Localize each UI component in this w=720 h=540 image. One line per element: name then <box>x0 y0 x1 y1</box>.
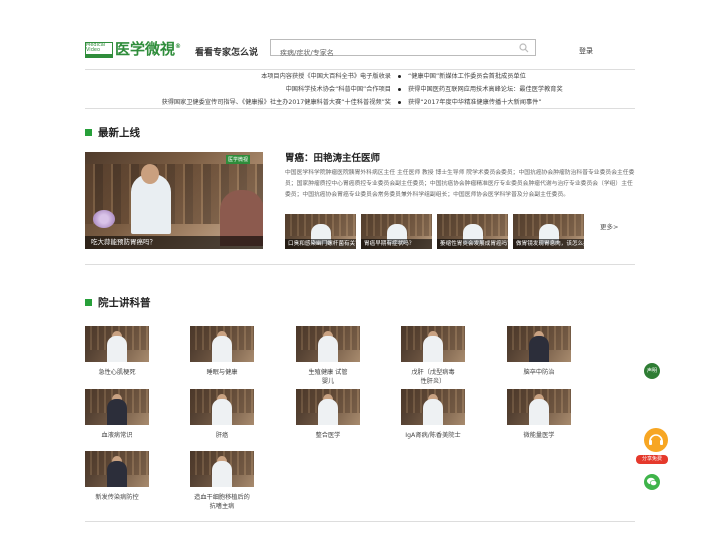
registered-mark: ® <box>175 43 182 50</box>
statement-float-button[interactable]: 声明 <box>644 363 660 379</box>
video-title: 微能量医学 <box>523 432 555 439</box>
thumbnail-caption: 胃癌早期有症状吗？ <box>361 239 432 249</box>
headset-icon <box>649 434 663 445</box>
academician-video[interactable]: 造血干细胞移植后的抗嗜主病 <box>190 451 254 511</box>
search-box <box>270 39 536 61</box>
video-title: IgA肾病/陈香美院士 <box>405 432 461 439</box>
section-marker-icon <box>85 299 92 306</box>
wechat-float-button[interactable] <box>644 474 660 490</box>
login-link[interactable]: 登录 <box>579 46 593 56</box>
section-divider <box>85 521 635 522</box>
flower-decoration <box>93 210 115 228</box>
notice-right: “健康中国”新媒体工作委员会首批成员单位 <box>408 73 526 80</box>
academician-video[interactable]: 血液病常识 <box>85 389 149 440</box>
bullet-icon <box>398 101 401 104</box>
section-divider <box>85 264 635 265</box>
site-header: Medical Video 医学微視® 看看专家怎么说 登录 <box>0 0 720 68</box>
academician-video[interactable]: 脑卒中防治 <box>507 326 571 377</box>
bullet-icon <box>398 75 401 78</box>
video-title: 肝癌 <box>215 432 229 439</box>
logo-mark: Medical Video <box>85 42 113 58</box>
academician-video[interactable]: 整合医学 <box>296 389 360 440</box>
wechat-icon <box>647 477 658 486</box>
academician-video[interactable]: 生殖健康 试管婴儿 <box>296 326 360 386</box>
site-slogan: 看看专家怎么说 <box>195 48 259 58</box>
notice-row: 中国科学技术协会“科普中国”合作项目 获得中国医药互联网应用技术高峰论坛：最佳医… <box>85 83 635 96</box>
thumbnail-caption: 萎缩性胃炎会发展成胃癌吗？ <box>437 239 508 249</box>
video-title: 新发传染病防控 <box>95 494 139 501</box>
notice-left: 获得国家卫健委宣传司指导、《健康报》社主办2017健康科普大赛“十佳科普视频”奖 <box>161 99 391 106</box>
section-marker-icon <box>85 129 92 136</box>
doctor-name[interactable]: 胃癌：田艳涛主任医师 <box>285 150 380 164</box>
video-thumbnail[interactable]: 做胃镜发现胃息肉，该怎么办？ <box>513 214 584 249</box>
more-link[interactable]: 更多> <box>600 221 618 231</box>
academician-video[interactable]: 睡眠与健康 <box>190 326 254 377</box>
featured-video[interactable]: 医学微视 吃大蒜能预防胃癌吗？ <box>85 152 263 249</box>
notice-row: 获得国家卫健委宣传司指导、《健康报》社主办2017健康科普大赛“十佳科普视频”奖… <box>85 96 635 109</box>
customer-service-icon[interactable] <box>644 428 668 452</box>
notice-left: 本项目内容获授《中国大百科全书》电子版收录 <box>261 73 391 80</box>
video-title: 急性心肌梗死 <box>98 369 136 376</box>
search-icon[interactable] <box>519 43 529 53</box>
video-thumbnail[interactable]: 口臭和感染幽门螺杆菌有关？ <box>285 214 356 249</box>
video-thumbnail[interactable]: 胃癌早期有症状吗？ <box>361 214 432 249</box>
thumbnail-caption: 口臭和感染幽门螺杆菌有关？ <box>285 239 356 249</box>
academician-video[interactable]: 新发传染病防控 <box>85 451 149 502</box>
academician-video[interactable]: IgA肾病/陈香美院士 <box>401 389 465 440</box>
video-title: 戊肝（戊型病毒性肝炎） <box>411 369 455 385</box>
video-title: 血液病常识 <box>101 432 133 439</box>
notice-right: 获得“2017年度中华精准健康传播十大新闻事件” <box>408 99 542 106</box>
section-title-academician: 院士讲科普 <box>85 295 151 310</box>
academician-video[interactable]: 微能量医学 <box>507 389 571 440</box>
academician-video[interactable]: 肝癌 <box>190 389 254 440</box>
academician-video[interactable]: 急性心肌梗死 <box>85 326 149 377</box>
service-label[interactable]: 分享免费 <box>636 455 668 464</box>
site-logo[interactable]: Medical Video 医学微視® <box>85 38 181 58</box>
video-title: 脑卒中防治 <box>523 369 555 376</box>
section-title-latest: 最新上线 <box>85 125 140 140</box>
doctor-description: 中国医学科学院肿瘤医院胰胃外科病区主任 主任医师 教授 博士生导师 院学术委员会… <box>285 170 635 198</box>
thumbnail-caption: 做胃镜发现胃息肉，该怎么办？ <box>513 239 584 249</box>
honors-notice: 本项目内容获授《中国大百科全书》电子版收录 “健康中国”新媒体工作委员会首批成员… <box>85 69 635 109</box>
search-input[interactable] <box>271 45 501 61</box>
notice-left: 中国科学技术协会“科普中国”合作项目 <box>285 86 391 93</box>
video-thumbnail[interactable]: 萎缩性胃炎会发展成胃癌吗？ <box>437 214 508 249</box>
featured-video-caption: 吃大蒜能预防胃癌吗？ <box>85 236 263 249</box>
bullet-icon <box>398 88 401 91</box>
academician-video[interactable]: 戊肝（戊型病毒性肝炎） <box>401 326 465 386</box>
logo-small-text: Medical Video <box>86 42 106 53</box>
logo-text: 医学微視® <box>115 40 182 58</box>
video-title: 整合医学 <box>315 432 341 439</box>
video-title: 造血干细胞移植后的抗嗜主病 <box>194 494 250 510</box>
notice-right: 获得中国医药互联网应用技术高峰论坛：最佳医学教育奖 <box>408 86 563 93</box>
video-title: 生殖健康 试管婴儿 <box>308 369 348 385</box>
notice-row: 本项目内容获授《中国大百科全书》电子版收录 “健康中国”新媒体工作委员会首批成员… <box>85 70 635 83</box>
video-title: 睡眠与健康 <box>206 369 238 376</box>
video-watermark: 医学微视 <box>226 155 251 164</box>
